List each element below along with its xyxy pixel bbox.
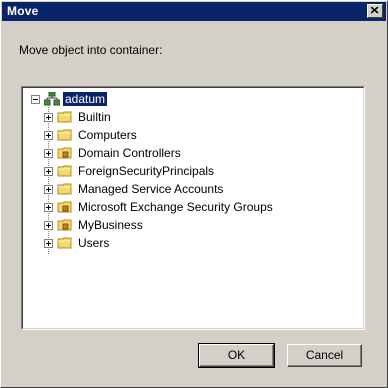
expand-toggle[interactable] [44, 238, 53, 248]
expand-toggle[interactable] [44, 184, 53, 194]
tree-viewport: adatum Builtin Computers Domain Controller… [22, 87, 364, 329]
expand-toggle[interactable] [44, 220, 53, 230]
expand-toggle[interactable] [44, 202, 53, 212]
container-tree[interactable]: adatum Builtin Computers Domain Controller… [21, 86, 365, 330]
tree-node-label: ForeignSecurityPrincipals [78, 164, 215, 178]
close-button[interactable] [367, 4, 383, 18]
tree-node[interactable]: Builtin [44, 109, 113, 125]
close-icon [371, 7, 379, 14]
tree-node[interactable]: Computers [44, 127, 139, 143]
folder-icon [57, 165, 72, 177]
expand-toggle[interactable] [44, 130, 53, 140]
folder-icon [57, 183, 72, 195]
move-dialog: Move Move object into container: adatum [0, 0, 388, 388]
ou-icon [57, 201, 72, 213]
tree-node[interactable]: Managed Service Accounts [44, 181, 225, 197]
tree-node[interactable]: ForeignSecurityPrincipals [44, 163, 216, 179]
tree-node-label: Computers [78, 128, 137, 142]
title-bar[interactable]: Move [2, 2, 386, 21]
ok-button[interactable]: OK [198, 343, 275, 368]
folder-icon [57, 111, 72, 123]
tree-node[interactable]: Microsoft Exchange Security Groups [44, 199, 275, 215]
tree-node-label: Microsoft Exchange Security Groups [78, 200, 273, 214]
tree-node[interactable]: MyBusiness [44, 217, 145, 233]
tree-node-label: Builtin [78, 110, 111, 124]
window-title: Move [7, 4, 39, 18]
tree-node[interactable]: Users [44, 235, 111, 251]
expand-toggle[interactable] [44, 112, 53, 122]
dialog-prompt: Move object into container: [19, 43, 163, 57]
ou-icon [57, 219, 72, 231]
tree-node-label: Users [78, 236, 110, 250]
folder-icon [57, 237, 72, 249]
tree-node-label: MyBusiness [78, 218, 143, 232]
domain-icon [44, 92, 60, 106]
tree-node-root[interactable]: adatum [31, 91, 108, 107]
cancel-button[interactable]: Cancel [287, 344, 362, 367]
tree-node[interactable]: Domain Controllers [44, 145, 183, 161]
expand-toggle[interactable] [44, 148, 53, 158]
expand-toggle[interactable] [44, 166, 53, 176]
tree-node-label: adatum [63, 92, 108, 106]
ou-icon [57, 147, 72, 159]
tree-node-label: Managed Service Accounts [78, 182, 224, 196]
tree-node-label: Domain Controllers [78, 146, 181, 160]
folder-icon [57, 129, 72, 141]
collapse-toggle[interactable] [31, 94, 40, 104]
